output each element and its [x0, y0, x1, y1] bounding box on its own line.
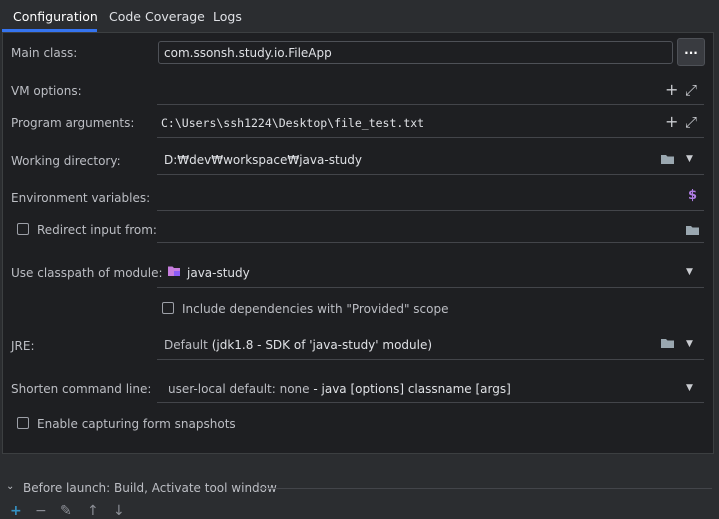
include-provided-label: Include dependencies with "Provided" sco…: [182, 302, 449, 316]
jre-field-underline: [157, 359, 704, 360]
jre-value-detail: (jdk1.8 - SDK of 'java-study' module): [211, 338, 433, 352]
working-directory-field-underline: [157, 174, 704, 175]
remove-icon[interactable]: −: [35, 504, 47, 518]
working-directory-value[interactable]: D:₩dev₩workspace₩java-study: [164, 153, 362, 167]
jre-value[interactable]: Default (jdk1.8 - SDK of 'java-study' mo…: [164, 338, 432, 352]
move-up-icon[interactable]: ↑: [87, 504, 99, 518]
move-down-icon[interactable]: ↓: [113, 504, 125, 518]
before-launch-chevron-down-icon[interactable]: ⌄: [6, 482, 14, 492]
tab-code-coverage[interactable]: Code Coverage: [109, 9, 205, 31]
form-snapshots-label: Enable capturing form snapshots: [37, 417, 236, 431]
program-arguments-expand-icon[interactable]: ⤢: [685, 115, 697, 130]
include-provided-checkbox[interactable]: [162, 302, 174, 314]
program-arguments-field-underline: [157, 137, 704, 138]
shorten-command-line-prefix: user-local default: none: [168, 382, 310, 396]
tab-logs[interactable]: Logs: [213, 9, 242, 31]
vm-options-expand-icon[interactable]: ⤢: [685, 83, 697, 98]
edit-icon[interactable]: ✎: [60, 504, 72, 518]
shorten-command-line-label: Shorten command line:: [11, 382, 152, 396]
classpath-module-field-underline: [157, 287, 704, 288]
shorten-command-line-detail: - java [options] classname [args]: [313, 382, 511, 396]
before-launch-separator: [260, 488, 712, 489]
redirect-input-folder-icon[interactable]: [685, 224, 700, 236]
tab-configuration[interactable]: Configuration: [13, 9, 98, 31]
environment-variables-label: Environment variables:: [11, 191, 151, 205]
tab-bar: Configuration Code Coverage Logs: [0, 0, 719, 32]
program-arguments-label: Program arguments:: [11, 116, 135, 130]
add-icon[interactable]: +: [10, 504, 22, 518]
environment-variables-dollar-icon[interactable]: $: [688, 189, 697, 202]
environment-variables-field-underline: [157, 210, 704, 211]
shorten-command-line-chevron-down-icon[interactable]: ▼: [686, 384, 693, 393]
redirect-input-label: Redirect input from:: [37, 223, 157, 237]
jre-label: JRE:: [11, 339, 35, 353]
form-snapshots-checkbox[interactable]: [17, 417, 29, 429]
shorten-command-line-field-underline: [157, 402, 704, 403]
working-directory-chevron-down-icon[interactable]: ▼: [686, 155, 693, 164]
classpath-module-value[interactable]: java-study: [187, 266, 250, 280]
working-directory-label: Working directory:: [11, 154, 121, 168]
classpath-module-label: Use classpath of module:: [11, 266, 163, 280]
classpath-module-chevron-down-icon[interactable]: ▼: [686, 268, 693, 277]
working-directory-folder-icon[interactable]: [660, 153, 675, 165]
shorten-command-line-value[interactable]: user-local default: none - java [options…: [168, 382, 511, 396]
vm-options-add-icon[interactable]: +: [665, 82, 678, 98]
main-class-browse-button[interactable]: ...: [677, 38, 705, 66]
before-launch-label[interactable]: Before launch: Build, Activate tool wind…: [23, 481, 277, 495]
jre-value-prefix: Default: [164, 338, 208, 352]
vm-options-label: VM options:: [11, 84, 82, 98]
jre-folder-icon[interactable]: [660, 337, 675, 349]
main-class-label: Main class:: [11, 46, 78, 60]
vm-options-field-underline: [157, 104, 704, 105]
program-arguments-add-icon[interactable]: +: [665, 114, 678, 130]
jre-chevron-down-icon[interactable]: ▼: [686, 340, 693, 349]
main-class-value[interactable]: com.ssonsh.study.io.FileApp: [164, 46, 332, 60]
program-arguments-value[interactable]: C:\Users\ssh1224\Desktop\file_test.txt: [161, 116, 424, 130]
redirect-input-field-underline: [157, 242, 704, 243]
module-folder-icon: [168, 266, 180, 276]
redirect-input-checkbox[interactable]: [17, 223, 29, 235]
